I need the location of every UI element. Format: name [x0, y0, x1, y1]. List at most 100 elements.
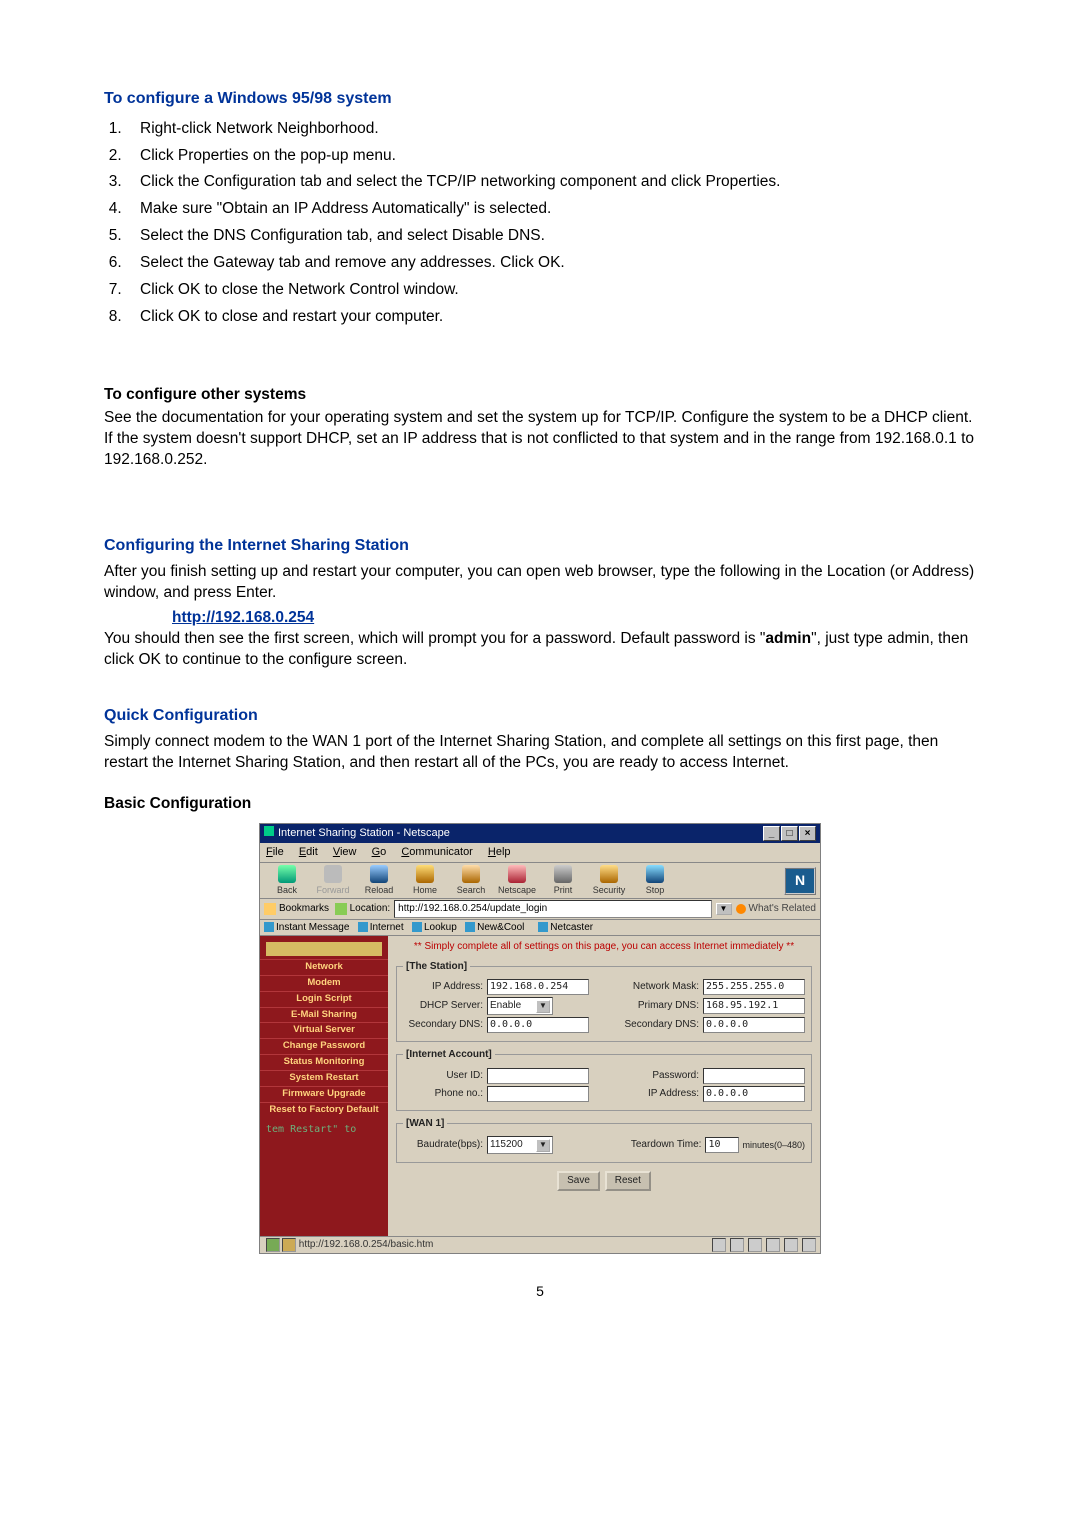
select-dhcp[interactable]: Enable ▼ [487, 997, 553, 1015]
pb-newcool[interactable]: New&Cool [477, 922, 524, 933]
tb-label: Reload [365, 885, 394, 895]
pb-instant-message[interactable]: Instant Message [276, 922, 349, 933]
statusbar-icon[interactable] [712, 1238, 726, 1252]
statusbar-icon[interactable] [766, 1238, 780, 1252]
home-button[interactable]: Home [402, 865, 448, 896]
lookup-icon [412, 922, 422, 932]
cfg-b2a: You should then see the first screen, wh… [104, 630, 765, 647]
sidebar-item-status-monitoring[interactable]: Status Monitoring [260, 1054, 388, 1070]
group-account: [Internet Account] User ID: Password: Ph… [396, 1048, 812, 1111]
security-icon [600, 865, 618, 883]
location-label: Location: [350, 902, 391, 916]
input-sdns1[interactable]: 0.0.0.0 [487, 1017, 589, 1033]
location-input[interactable]: http://192.168.0.254/update_login [394, 900, 711, 918]
reset-button[interactable]: Reset [605, 1171, 651, 1191]
status-icon [266, 1238, 280, 1252]
home-icon [416, 865, 434, 883]
quick-config-body: Simply connect modem to the WAN 1 port o… [104, 732, 976, 774]
label-ip: IP Address: [403, 980, 487, 994]
reload-icon [370, 865, 388, 883]
input-user[interactable] [487, 1068, 589, 1084]
tb-label: Print [554, 885, 573, 895]
personal-toolbar: Instant Message Internet Lookup New&Cool… [260, 920, 820, 937]
input-pdns[interactable]: 168.95.192.1 [703, 998, 805, 1014]
page-number: 5 [104, 1282, 976, 1301]
sidebar-item-firmware-upgrade[interactable]: Firmware Upgrade [260, 1086, 388, 1102]
group-wan-legend: [WAN 1] [403, 1117, 447, 1131]
search-button[interactable]: Search [448, 865, 494, 896]
menu-go[interactable]: Go [372, 846, 387, 858]
input-pass[interactable] [703, 1068, 805, 1084]
pb-lookup[interactable]: Lookup [424, 922, 457, 933]
window-title: Internet Sharing Station - Netscape [278, 827, 450, 839]
toolbar: Back Forward Reload Home Search Netscape… [260, 863, 820, 899]
pb-netcaster[interactable]: Netcaster [550, 922, 593, 933]
group-station: [The Station] IP Address: 192.168.0.254 … [396, 960, 812, 1043]
security-button[interactable]: Security [586, 865, 632, 896]
input-phone[interactable] [487, 1086, 589, 1102]
internet-icon [358, 922, 368, 932]
maximize-button[interactable]: □ [781, 826, 798, 841]
sidebar-truncated-text: tem Restart" to [260, 1117, 388, 1137]
sidebar-item-email-sharing[interactable]: E-Mail Sharing [260, 1007, 388, 1023]
statusbar-icon[interactable] [748, 1238, 762, 1252]
input-ip2[interactable]: 0.0.0.0 [703, 1086, 805, 1102]
whats-related-button[interactable]: What's Related [736, 902, 817, 916]
select-dhcp-value: Enable [490, 999, 521, 1013]
input-tear[interactable]: 10 [705, 1137, 739, 1153]
cfg-admin-word: admin [765, 630, 811, 647]
menu-edit[interactable]: Edit [299, 846, 318, 858]
minimize-button[interactable]: _ [763, 826, 780, 841]
bookmarks-icon [264, 903, 276, 915]
back-icon [278, 865, 296, 883]
tb-label: Back [277, 885, 297, 895]
button-bar: Save Reset [396, 1171, 812, 1191]
stop-button[interactable]: Stop [632, 865, 678, 896]
sidebar-item-virtual-server[interactable]: Virtual Server [260, 1022, 388, 1038]
browser-window: Internet Sharing Station - Netscape _ □ … [259, 823, 821, 1254]
sidebar-item-network[interactable]: Network [260, 959, 388, 975]
statusbar-icon[interactable] [730, 1238, 744, 1252]
pb-internet[interactable]: Internet [370, 922, 404, 933]
wr-label: What's Related [749, 902, 817, 916]
reload-button[interactable]: Reload [356, 865, 402, 896]
input-mask[interactable]: 255.255.255.0 [703, 979, 805, 995]
chevron-down-icon: ▼ [536, 1000, 550, 1013]
menu-communicator[interactable]: Communicator [401, 846, 473, 858]
sidebar-item-change-password[interactable]: Change Password [260, 1038, 388, 1054]
save-button[interactable]: Save [557, 1171, 600, 1191]
step-item: Click Properties on the pop-up menu. [126, 143, 976, 170]
select-baud[interactable]: 115200▼ [487, 1136, 553, 1154]
back-button[interactable]: Back [264, 865, 310, 896]
config-url-link[interactable]: http://192.168.0.254 [172, 609, 314, 626]
input-sdns2[interactable]: 0.0.0.0 [703, 1017, 805, 1033]
forward-button[interactable]: Forward [310, 865, 356, 896]
print-button[interactable]: Print [540, 865, 586, 896]
label-ip2: IP Address: [619, 1087, 703, 1101]
netscape-icon [508, 865, 526, 883]
bookmarks-button[interactable]: Bookmarks [279, 902, 329, 916]
configuring-body-1: After you finish setting up and restart … [104, 562, 976, 604]
menu-file[interactable]: File [266, 846, 284, 858]
group-station-legend: [The Station] [403, 960, 470, 974]
page-content: Network Modem Login Script E-Mail Sharin… [260, 936, 820, 1236]
group-wan: [WAN 1] Baudrate(bps): 115200▼ Teardown … [396, 1117, 812, 1164]
sidebar-item-modem[interactable]: Modem [260, 975, 388, 991]
close-button[interactable]: × [799, 826, 816, 841]
step-item: Click OK to close and restart your compu… [126, 304, 976, 331]
statusbar-icon[interactable] [784, 1238, 798, 1252]
netscape-button[interactable]: Netscape [494, 865, 540, 896]
heading-basic-config: Basic Configuration [104, 794, 976, 815]
location-dropdown[interactable]: ▼ [716, 903, 732, 916]
sidebar-item-login-script[interactable]: Login Script [260, 991, 388, 1007]
statusbar-icon[interactable] [802, 1238, 816, 1252]
menu-help[interactable]: Help [488, 846, 511, 858]
sidebar-item-system-restart[interactable]: System Restart [260, 1070, 388, 1086]
input-ip[interactable]: 192.168.0.254 [487, 979, 589, 995]
search-icon [462, 865, 480, 883]
menu-view[interactable]: View [333, 846, 357, 858]
label-tear-unit: minutes(0–480) [742, 1139, 805, 1151]
steps-list: Right-click Network Neighborhood. Click … [104, 116, 976, 331]
select-baud-value: 115200 [490, 1138, 523, 1152]
sidebar-item-reset-factory[interactable]: Reset to Factory Default [260, 1102, 388, 1118]
